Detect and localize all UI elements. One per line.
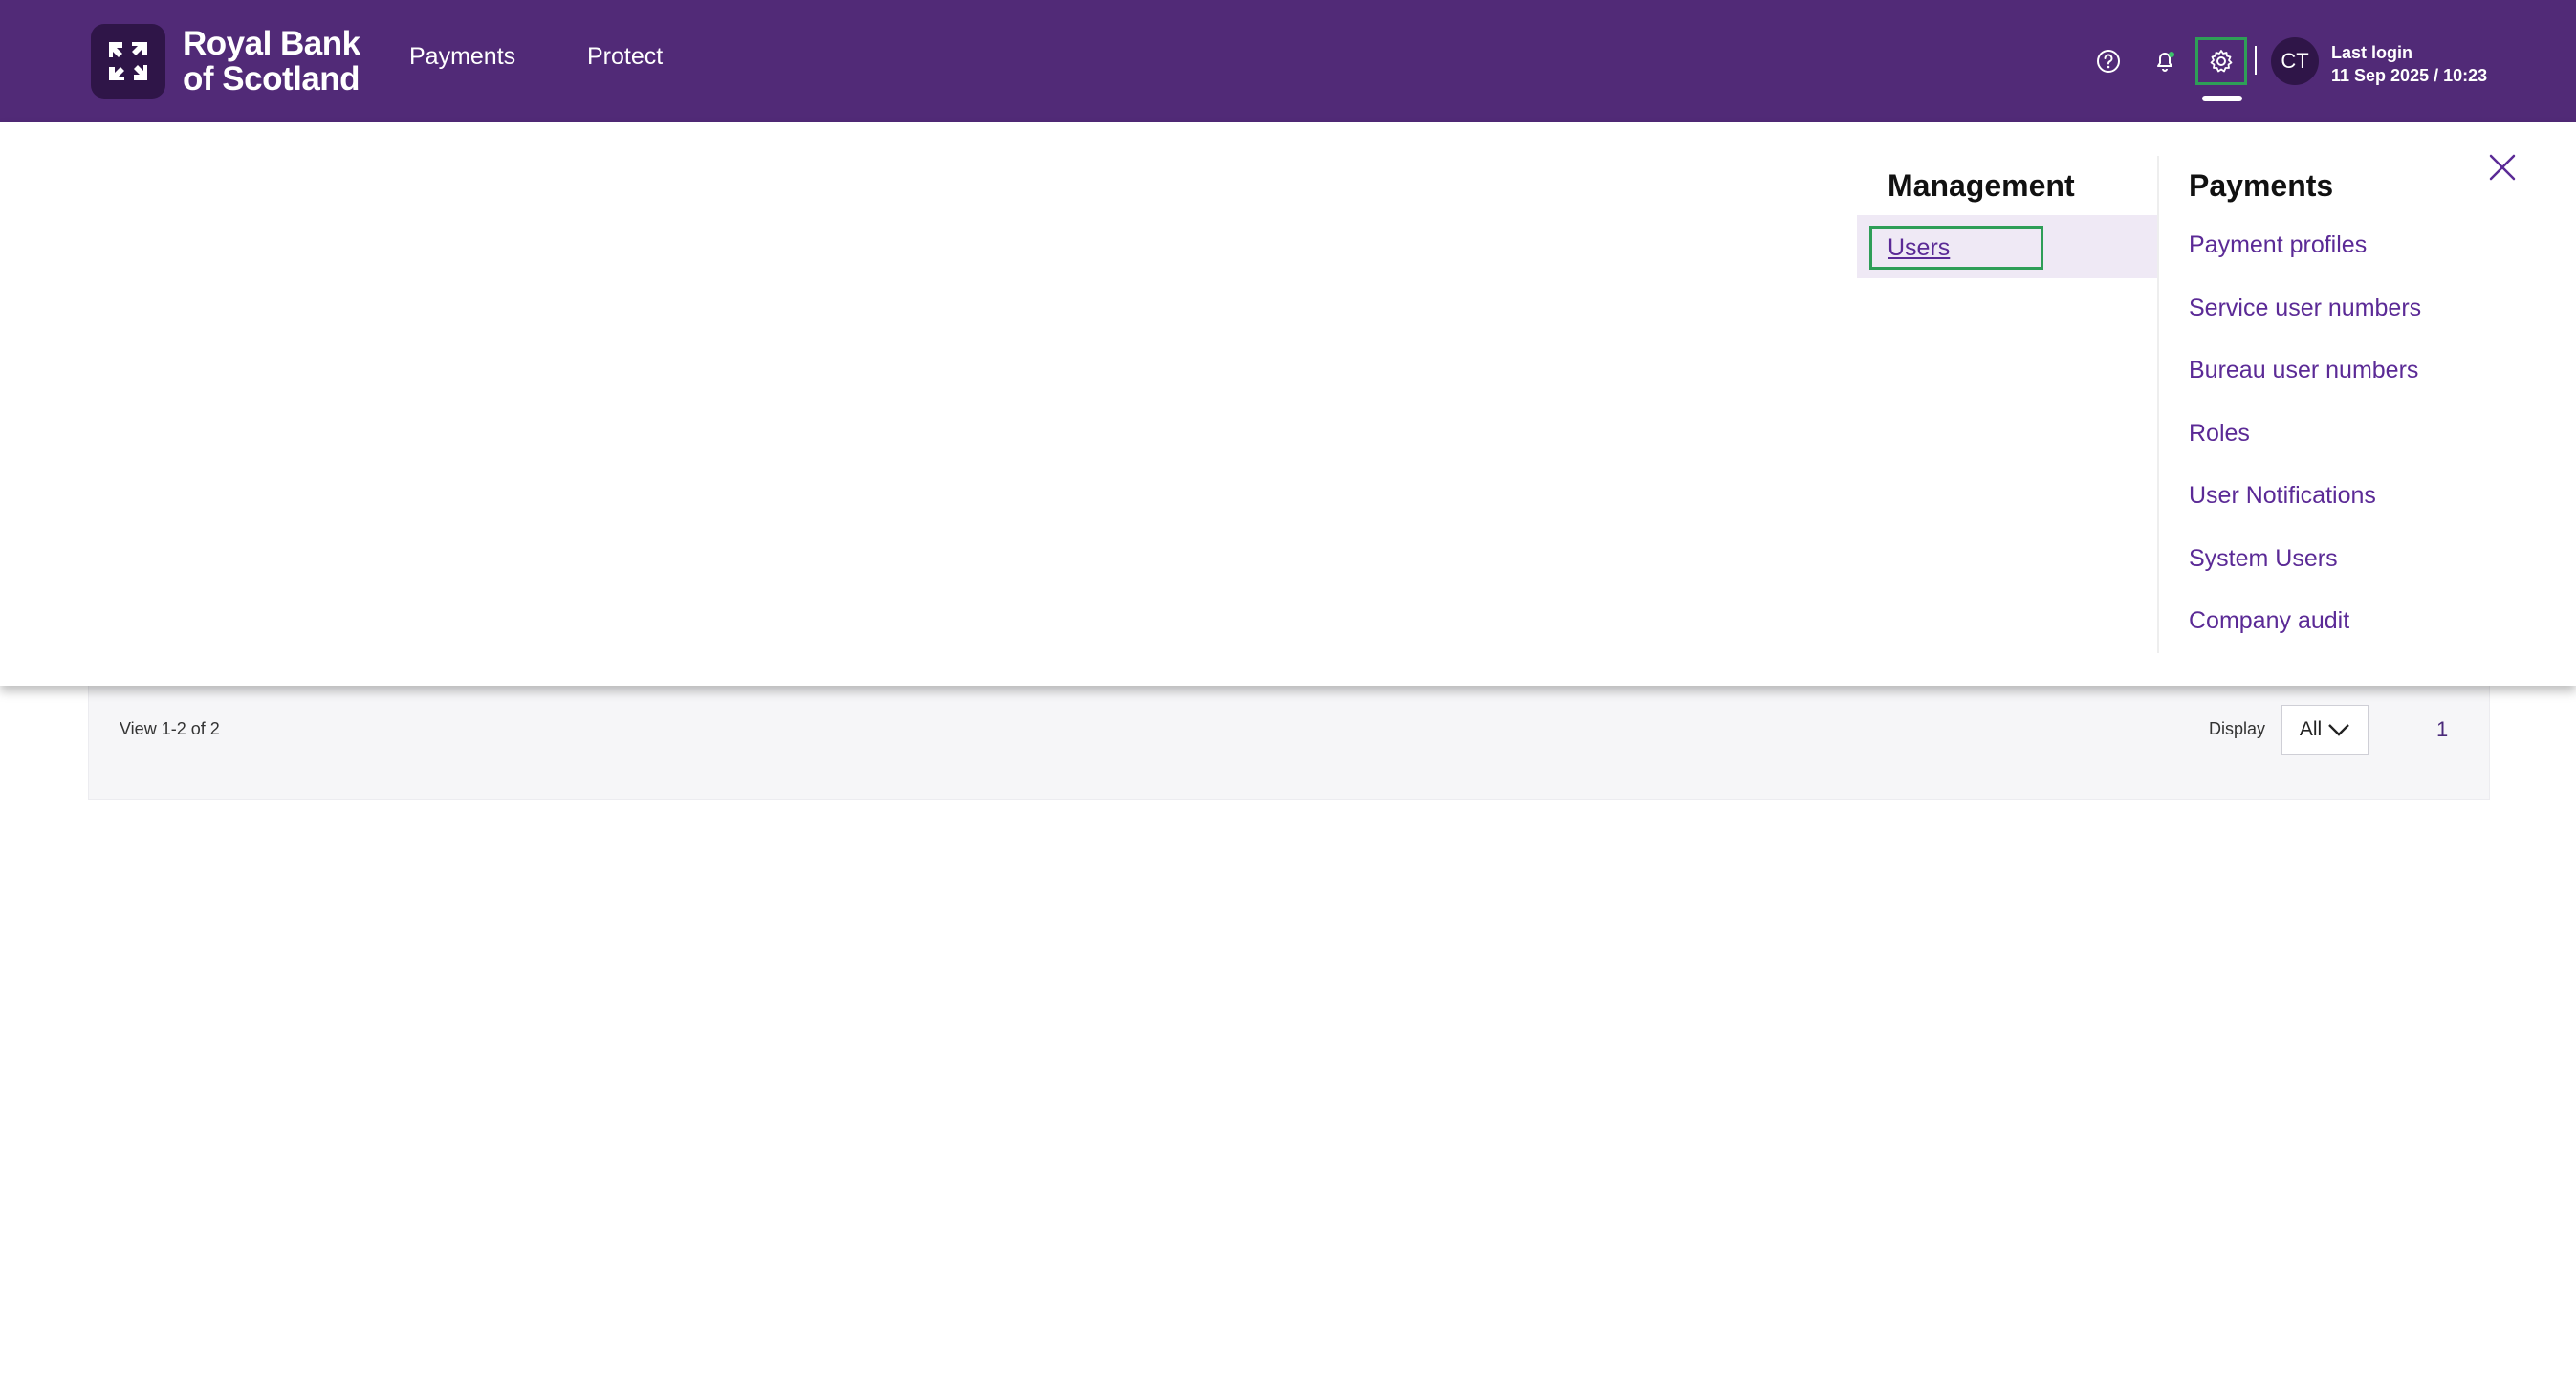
gear-icon[interactable]: [2195, 37, 2247, 85]
close-icon[interactable]: [2486, 151, 2519, 184]
nav-payments[interactable]: Payments: [409, 43, 515, 71]
help-circle-icon[interactable]: [2089, 42, 2128, 80]
display-select[interactable]: All: [2281, 705, 2369, 755]
chevron-down-icon: [2328, 724, 2350, 736]
display-select-value: All: [2299, 718, 2323, 740]
menu-link-users[interactable]: Users: [1869, 226, 2043, 270]
table-footer-panel: [88, 669, 2490, 800]
pagination-page-1[interactable]: 1: [2436, 717, 2448, 742]
management-heading: Management: [1888, 168, 2075, 203]
menu-link-service-user-numbers[interactable]: Service user numbers: [2189, 295, 2421, 358]
header-divider: [2255, 46, 2257, 75]
brand-logo[interactable]: Royal Bank of Scotland: [91, 24, 360, 99]
menu-link-payment-profiles[interactable]: Payment profiles: [2189, 231, 2421, 295]
active-tab-indicator: [2202, 96, 2242, 101]
menu-link-bureau-user-numbers[interactable]: Bureau user numbers: [2189, 357, 2421, 420]
payments-heading: Payments: [2189, 168, 2334, 203]
bell-icon[interactable]: [2146, 42, 2184, 80]
last-login-info: Last login 11 Sep 2025 / 10:23: [2331, 41, 2487, 87]
settings-mega-menu: Management Users Payments Payment profil…: [0, 122, 2576, 686]
menu-column-divider: [2157, 156, 2159, 653]
view-count-text: View 1-2 of 2: [120, 719, 220, 738]
top-header-bar: Royal Bank of Scotland Payments Protect …: [0, 0, 2576, 122]
menu-link-company-audit[interactable]: Company audit: [2189, 607, 2421, 670]
user-avatar[interactable]: CT: [2271, 37, 2319, 85]
rbs-logo-icon: [91, 24, 165, 99]
brand-name: Royal Bank of Scotland: [183, 25, 360, 98]
nav-protect[interactable]: Protect: [587, 43, 663, 71]
last-login-label: Last login: [2331, 43, 2412, 62]
menu-link-system-users[interactable]: System Users: [2189, 545, 2421, 608]
menu-link-roles[interactable]: Roles: [2189, 420, 2421, 483]
payments-menu-list: Payment profiles Service user numbers Bu…: [2189, 231, 2421, 670]
last-login-value: 11 Sep 2025 / 10:23: [2331, 66, 2488, 85]
menu-link-user-notifications[interactable]: User Notifications: [2189, 482, 2421, 545]
display-label: Display: [2209, 719, 2266, 738]
